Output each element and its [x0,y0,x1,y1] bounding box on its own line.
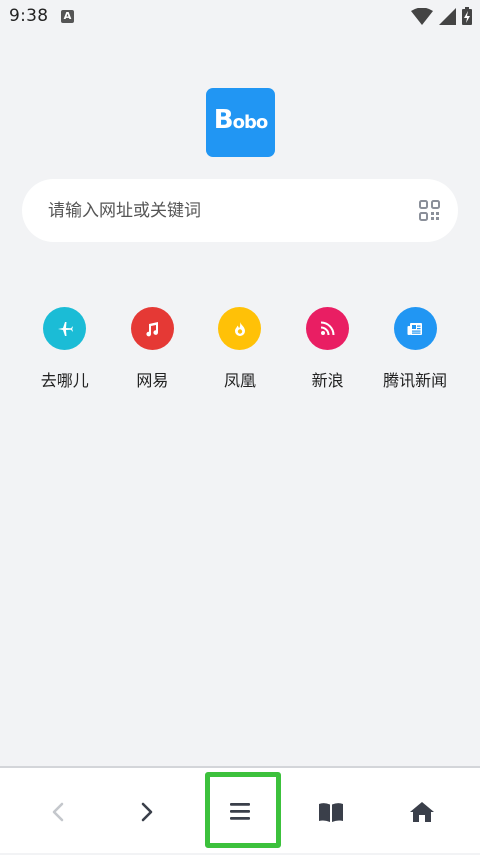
search-input[interactable] [48,179,408,242]
wifi-icon [411,7,433,25]
logo-text: Bobo [206,105,275,135]
notification-a-icon: A [61,10,74,23]
quick-links: 去哪儿 网易 凤凰 新浪 腾讯新闻 [21,307,459,391]
quick-link-circle [393,307,437,350]
menu-icon [230,803,250,820]
back-arrow-icon [52,802,64,821]
app-logo: Bobo [206,88,275,157]
quick-link-qunar[interactable]: 去哪儿 [21,307,109,391]
forward-arrow-icon [141,802,153,821]
quick-link-ifeng[interactable]: 凤凰 [196,307,284,391]
status-bar: 9:38 A [0,0,480,34]
qr-scan-icon[interactable] [419,200,440,221]
home-icon [410,801,434,822]
rss-icon [320,321,335,336]
quick-link-label: 新浪 [311,371,344,390]
quick-link-circle [306,307,350,350]
logo-letters-obo: obo [232,112,269,133]
airplane-icon [57,321,73,336]
quick-link-circle [130,307,174,350]
status-time: 9:38 [9,6,49,26]
bookmarks-button[interactable] [283,768,379,855]
quick-link-sina[interactable]: 新浪 [284,307,372,391]
menu-button[interactable] [192,768,288,855]
quick-link-circle [218,307,262,350]
back-button[interactable] [10,768,106,855]
search-bar[interactable] [22,179,458,242]
battery-charging-icon [462,7,472,25]
quick-link-label: 去哪儿 [40,371,89,390]
logo-letter-b: B [213,105,234,135]
quick-link-circle [43,307,87,350]
quick-link-netease[interactable]: 网易 [109,307,197,391]
quick-link-tencent-news[interactable]: 腾讯新闻 [371,307,459,391]
bookmarks-icon [319,802,343,822]
music-note-icon [146,321,159,336]
quick-link-label: 网易 [136,371,169,390]
newspaper-icon [407,322,423,335]
quick-link-label: 腾讯新闻 [383,371,448,390]
home-button[interactable] [374,768,470,855]
bottom-nav [0,766,480,853]
flame-icon [234,321,245,336]
status-icons [411,7,472,25]
signal-icon [439,7,456,25]
forward-button[interactable] [99,768,195,855]
quick-link-label: 凤凰 [223,371,256,390]
